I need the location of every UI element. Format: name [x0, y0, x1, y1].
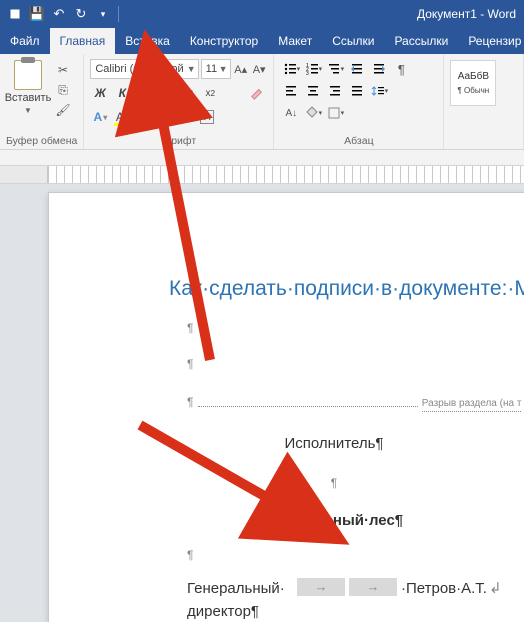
style-normal[interactable]: АаБбВ ¶ Обычн — [450, 60, 496, 106]
shrink-font-icon[interactable]: A▾ — [251, 59, 267, 79]
control-menu-icon[interactable] — [6, 5, 24, 23]
format-painter-icon[interactable]: 🖌 — [54, 102, 72, 118]
font-size-combo[interactable]: 11 ▼ — [201, 59, 231, 79]
group-paragraph: ▾ 123▾ ▾ ¶ ▾ A↓ ▾ ▾ Абзац — [274, 54, 444, 149]
align-left-icon[interactable] — [280, 81, 302, 101]
repeat-icon[interactable]: ↻ — [72, 5, 90, 23]
text-effects-icon[interactable]: A▾ — [90, 107, 110, 127]
tab-file[interactable]: Файл — [0, 28, 50, 54]
justify-icon[interactable] — [346, 81, 368, 101]
cut-icon[interactable]: ✂ — [54, 62, 72, 78]
qat-dropdown-icon[interactable]: ▾ — [94, 5, 112, 23]
document-content[interactable]: Как·сделать·подписи·в·документе:·М ¶ ¶ ¶… — [49, 193, 524, 622]
increase-indent-icon[interactable] — [368, 59, 390, 79]
borders-icon[interactable]: ▾ — [324, 103, 346, 123]
pilcrow-mark: ¶ — [187, 395, 193, 409]
subscript-button[interactable]: x2 — [178, 83, 198, 103]
undo-icon[interactable]: ↶ — [50, 5, 68, 23]
char-border-icon[interactable]: A — [200, 110, 214, 124]
font-name-value: Calibri (Основной — [95, 63, 183, 75]
horizontal-ruler[interactable] — [0, 166, 524, 184]
highlight-color-button[interactable]: A▾ — [112, 107, 132, 127]
separator — [118, 6, 119, 22]
dot-leader — [198, 397, 418, 407]
line-break-mark: ↲ — [489, 578, 502, 601]
italic-button[interactable]: К — [112, 83, 132, 103]
align-center-icon[interactable] — [302, 81, 324, 101]
group-styles: АаБбВ ¶ Обычн — [444, 54, 524, 149]
signature-name[interactable]: ·Петров·А.Т. — [401, 578, 487, 601]
ribbon: Вставить ▼ ✂ ⎘ 🖌 Буфер обмена Calibri (О… — [0, 54, 524, 150]
font-name-combo[interactable]: Calibri (Основной ▼ — [90, 59, 198, 79]
font-size-value: 11 — [206, 63, 217, 75]
pilcrow-mark: ¶ — [187, 319, 524, 337]
line-spacing-icon[interactable]: ▾ — [368, 81, 390, 101]
ribbon-tabs: Файл Главная Вставка Конструктор Макет С… — [0, 28, 524, 54]
align-right-icon[interactable] — [324, 81, 346, 101]
paste-button[interactable]: Вставить ▼ — [6, 58, 50, 124]
font-color-button[interactable]: A▾ — [134, 107, 154, 127]
pilcrow-mark: ¶ — [187, 355, 524, 373]
svg-text:3: 3 — [306, 71, 309, 76]
section-break-row: ¶ Разрыв раздела (на т — [187, 391, 524, 414]
performer-line[interactable]: Исполнитель¶ — [169, 433, 499, 456]
company-line[interactable]: ООО·Черный·лес¶ — [169, 510, 499, 533]
group-label-font: Шрифт — [90, 133, 267, 147]
tab-layout[interactable]: Макет — [268, 28, 322, 54]
tab-mark: → — [349, 578, 397, 596]
char-scale-icon[interactable]: Â — [178, 107, 198, 127]
section-break-label: Разрыв раздела (на т — [422, 396, 522, 412]
copy-icon[interactable]: ⎘ — [54, 82, 72, 98]
quick-access-toolbar: 💾 ↶ ↻ ▾ — [0, 5, 121, 23]
tab-home[interactable]: Главная — [50, 28, 116, 54]
multilevel-icon[interactable]: ▾ — [324, 59, 346, 79]
bold-button[interactable]: Ж — [90, 83, 110, 103]
shading-icon[interactable]: ▾ — [302, 103, 324, 123]
group-label-clipboard: Буфер обмена — [6, 133, 77, 147]
save-icon[interactable]: 💾 — [28, 5, 46, 23]
signature-title[interactable]: Генеральный· директор¶ — [187, 578, 297, 622]
tab-review[interactable]: Рецензир — [458, 28, 524, 54]
show-marks-icon[interactable]: ¶ — [390, 59, 412, 79]
tab-references[interactable]: Ссылки — [322, 28, 384, 54]
tab-insert[interactable]: Вставка — [115, 28, 180, 54]
style-preview: АаБбВ — [458, 71, 489, 82]
grow-font-icon[interactable]: A▴ — [233, 59, 249, 79]
chevron-down-icon: ▼ — [24, 106, 32, 115]
change-case-button[interactable]: Aa▾ — [156, 107, 176, 127]
group-label-styles — [450, 145, 517, 147]
page[interactable]: Как·сделать·подписи·в·документе:·М ¶ ¶ ¶… — [48, 192, 524, 622]
chevron-down-icon[interactable]: ▼ — [187, 64, 196, 74]
group-font: Calibri (Основной ▼ 11 ▼ A▴ A▾ Ж К Ч▾ ab… — [84, 54, 274, 149]
title-bar: 💾 ↶ ↻ ▾ Документ1 - Word — [0, 0, 524, 28]
numbering-icon[interactable]: 123▾ — [302, 59, 324, 79]
paste-label: Вставить — [5, 92, 52, 104]
superscript-button[interactable]: x2 — [200, 83, 220, 103]
ribbon-substrip — [0, 150, 524, 166]
underline-button[interactable]: Ч▾ — [134, 83, 154, 103]
sort-icon[interactable]: A↓ — [280, 103, 302, 123]
signature-tab-selection[interactable]: → → — [297, 578, 401, 596]
chevron-down-icon[interactable]: ▼ — [219, 64, 228, 74]
clipboard-icon — [14, 60, 42, 90]
group-clipboard: Вставить ▼ ✂ ⎘ 🖌 Буфер обмена — [0, 54, 84, 149]
strike-button[interactable]: abc — [156, 83, 176, 103]
tab-mark: → — [297, 578, 345, 596]
tab-design[interactable]: Конструктор — [180, 28, 268, 54]
style-name: ¶ Обычн — [458, 86, 490, 95]
pilcrow-mark: ¶ — [187, 546, 524, 564]
document-area: Как·сделать·подписи·в·документе:·М ¶ ¶ ¶… — [0, 184, 524, 622]
pilcrow-mark: ¶ — [169, 474, 499, 492]
window-title: Документ1 - Word — [417, 7, 516, 21]
clear-formatting-icon[interactable] — [247, 83, 267, 103]
bullets-icon[interactable]: ▾ — [280, 59, 302, 79]
group-label-paragraph: Абзац — [280, 133, 437, 147]
tab-mailings[interactable]: Рассылки — [384, 28, 458, 54]
decrease-indent-icon[interactable] — [346, 59, 368, 79]
doc-heading[interactable]: Как·сделать·подписи·в·документе:·М — [169, 273, 524, 305]
signature-row[interactable]: Генеральный· директор¶ → → ·Петров·А.Т. … — [187, 578, 524, 622]
